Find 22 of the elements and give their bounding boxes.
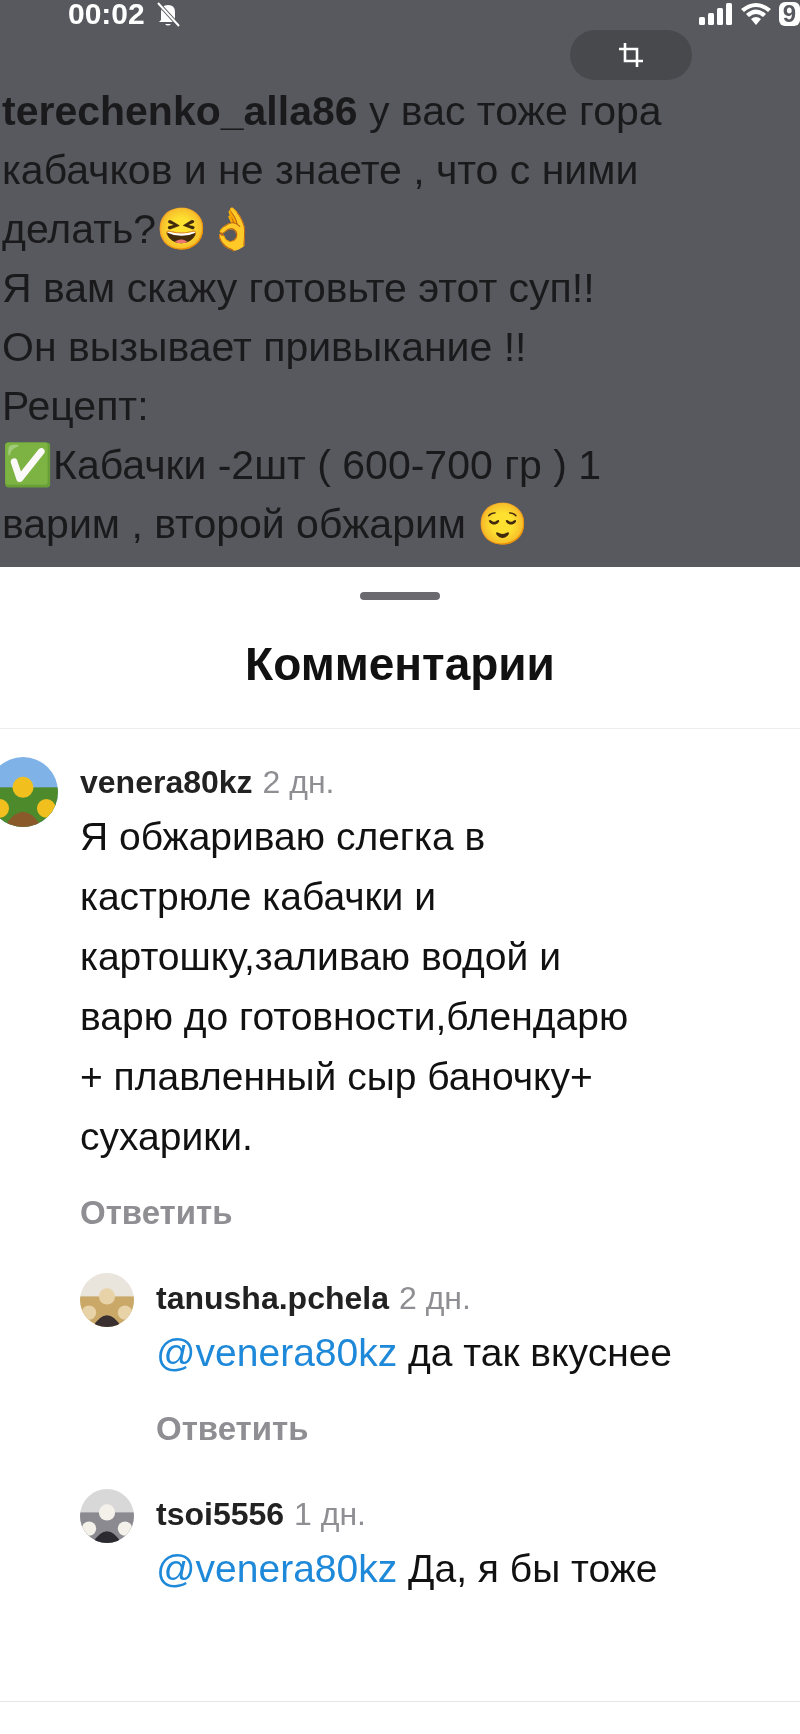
mention-link[interactable]: @venera80kz <box>156 1547 398 1590</box>
battery-icon: 9 <box>778 2 800 26</box>
comment-time: 1 дн. <box>294 1495 366 1534</box>
username[interactable]: venera80kz <box>80 757 253 807</box>
comment-time: 2 дн. <box>262 763 335 802</box>
reply-button[interactable]: Ответить <box>156 1409 800 1449</box>
post-caption: terechenko_alla86 у вас тоже гора кабачков и не знаете , что с ними делать?😆👌 Я вам скажу готовьте этот суп!! Он вызывает привыкание !! Рецепт: ✅Кабачки -2шт ( 600-700 гр ) 1 варим , второй обжарим 😌 <box>1 87 663 549</box>
crop-button[interactable] <box>570 30 692 80</box>
username[interactable]: tanusha.pchela <box>156 1273 389 1323</box>
wifi-icon <box>740 3 771 25</box>
comment-text: Я обжариваю слегка в кастрюле кабачки и картошку,заливаю водой и варю до готовности,блендарю + плавленный сыр баночку+ сухарики. <box>80 814 630 1160</box>
comment-time: 2 дн. <box>398 1279 471 1318</box>
sheet-handle[interactable] <box>360 592 440 600</box>
sheet-title: Комментарии <box>244 637 556 692</box>
crop-icon <box>618 42 644 68</box>
comment-text: @venera80kz Да, я бы тоже <box>156 1546 659 1592</box>
signal-icon <box>698 3 733 25</box>
username[interactable]: tsoi5556 <box>156 1489 285 1539</box>
comment-text: @venera80kz да так вкуснее <box>156 1330 674 1376</box>
status-time: 00:02 <box>68 0 145 28</box>
reply-button[interactable]: Ответить <box>80 1193 800 1233</box>
mention-link[interactable]: @venera80kz <box>156 1331 398 1374</box>
